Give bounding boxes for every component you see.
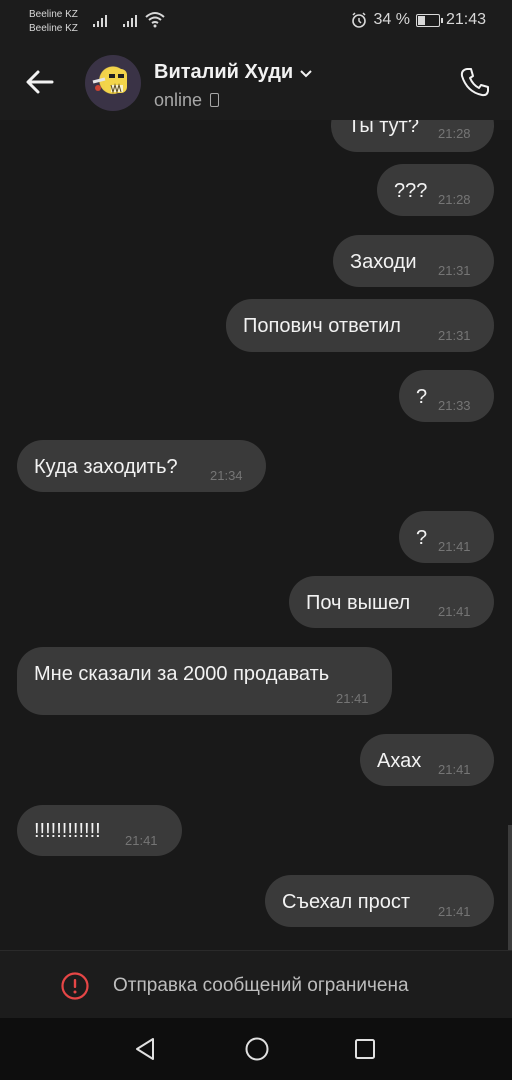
phone-call-icon[interactable] (458, 65, 492, 99)
messaging-restricted-banner: Отправка сообщений ограничена (0, 950, 512, 1019)
message-bubble-out[interactable]: Поч вышел 21:41 (289, 576, 494, 628)
message-time: 21:41 (438, 604, 471, 619)
nav-back-icon[interactable] (133, 1036, 159, 1062)
presence-text: online (154, 90, 203, 110)
message-bubble-in[interactable]: Мне сказали за 2000 продавать 21:41 (17, 647, 392, 715)
nav-recent-apps-icon[interactable] (353, 1037, 377, 1061)
nav-home-icon[interactable] (244, 1036, 270, 1062)
message-bubble-out[interactable]: Ахах 21:41 (360, 734, 494, 786)
message-time: 21:28 (438, 192, 471, 207)
message-list[interactable]: Ты тут? 21:28 ??? 21:28 Заходи 21:31 Поп… (0, 120, 512, 950)
message-text: ? (416, 527, 428, 549)
message-time: 21:33 (438, 398, 471, 413)
message-time: 21:41 (336, 691, 369, 706)
message-time: 21:31 (438, 328, 471, 343)
signal-1-icon (93, 15, 107, 27)
message-text: Заходи (350, 251, 417, 273)
battery-percent: 34 % (373, 11, 410, 28)
avatar-image (92, 69, 127, 94)
message-bubble-out[interactable]: Заходи 21:31 (333, 235, 494, 287)
message-bubble-in[interactable]: !!!!!!!!!!!! 21:41 (17, 805, 182, 856)
message-text: Мне сказали за 2000 продавать (34, 663, 330, 685)
clock: 21:43 (445, 11, 486, 28)
message-text: Куда заходить? (34, 456, 178, 478)
message-bubble-out[interactable]: ? 21:33 (399, 370, 494, 422)
message-text: !!!!!!!!!!!! (34, 820, 101, 842)
message-bubble-in[interactable]: Куда заходить? 21:34 (17, 440, 266, 492)
message-time: 21:41 (125, 833, 158, 848)
battery-icon (415, 13, 443, 27)
carrier-labels: Beeline KZ Beeline KZ (29, 8, 78, 36)
message-time: 21:28 (438, 126, 471, 141)
chevron-down-icon[interactable] (299, 68, 313, 78)
message-time: 21:34 (210, 468, 243, 483)
message-text: Поч вышел (306, 592, 411, 614)
contact-name[interactable]: Виталий Худи (154, 61, 313, 84)
mobile-device-icon (210, 93, 220, 107)
message-time: 21:41 (438, 539, 471, 554)
message-bubble-out[interactable]: ??? 21:28 (377, 164, 494, 216)
chat-header: Виталий Худи online (0, 42, 512, 120)
message-time: 21:31 (438, 263, 471, 278)
status-right: 34 % 21:43 (351, 11, 486, 29)
alert-circle-icon (61, 972, 89, 1000)
battery-fill (417, 15, 426, 25)
contact-name-text: Виталий Худи (154, 61, 294, 83)
scrollbar[interactable] (508, 825, 512, 950)
wifi-icon (145, 12, 165, 28)
message-bubble-out[interactable]: Попович ответил 21:31 (226, 299, 494, 352)
message-bubble-out[interactable]: Ты тут? 21:28 (331, 120, 494, 152)
message-text: ??? (394, 180, 428, 202)
message-bubble-out[interactable]: ? 21:41 (399, 511, 494, 563)
back-arrow-icon[interactable] (24, 66, 56, 98)
system-nav-bar (0, 1018, 512, 1080)
message-text: Ахах (377, 750, 422, 772)
restriction-text: Отправка сообщений ограничена (113, 975, 409, 996)
alarm-icon (352, 12, 367, 28)
message-time: 21:41 (438, 904, 471, 919)
carrier-1: Beeline KZ (29, 9, 78, 20)
message-time: 21:41 (438, 762, 471, 777)
signal-2-icon (123, 15, 137, 27)
message-text: Ты тут? (348, 120, 419, 137)
message-text: ? (416, 386, 428, 408)
message-text: Съехал прост (282, 891, 410, 913)
status-bar: Beeline KZ Beeline KZ 34 % 21:43 (0, 0, 512, 42)
message-text: Попович ответил (243, 315, 401, 337)
presence-status: online (154, 90, 220, 111)
avatar[interactable] (85, 55, 141, 111)
message-bubble-out[interactable]: Съехал прост 21:41 (265, 875, 494, 927)
carrier-2: Beeline KZ (29, 23, 78, 34)
